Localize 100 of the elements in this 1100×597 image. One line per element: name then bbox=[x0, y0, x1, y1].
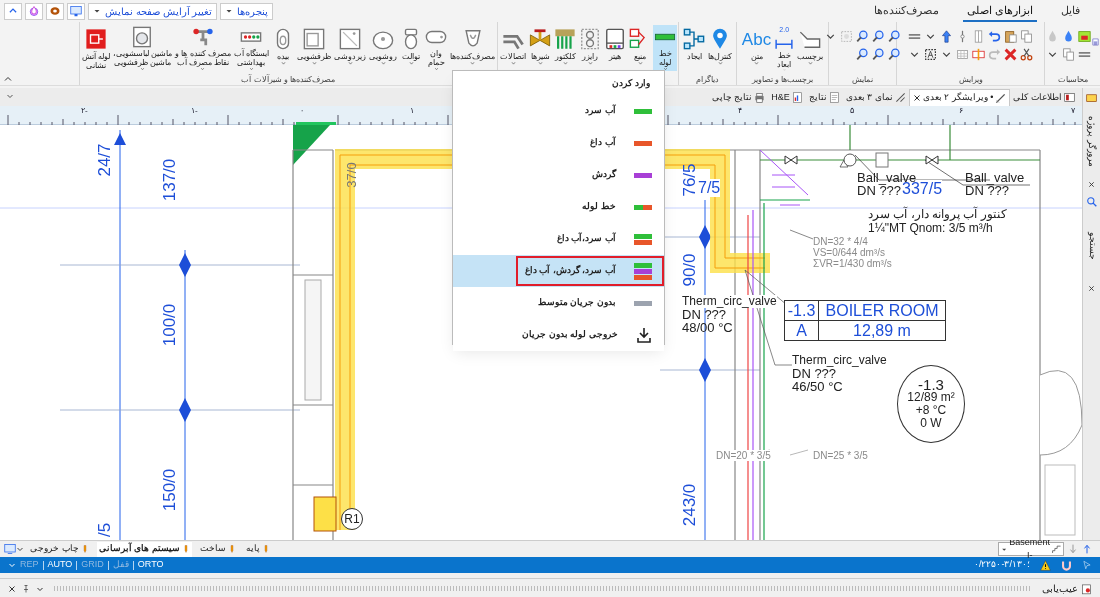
undo-icon[interactable] bbox=[988, 30, 1001, 43]
zoom-icon[interactable] bbox=[888, 30, 901, 43]
menu-item[interactable]: خط لوله bbox=[453, 191, 664, 223]
arrow-up-icon[interactable] bbox=[1082, 543, 1092, 555]
status-toggle[interactable]: ORTO bbox=[136, 558, 165, 572]
dimension-label: 7/5 bbox=[698, 179, 721, 197]
copy-icon[interactable] bbox=[1062, 48, 1075, 61]
layer-tab[interactable]: ساخت bbox=[197, 541, 238, 557]
layer-tab[interactable]: پایه bbox=[243, 541, 272, 557]
scissors-icon[interactable] bbox=[1020, 48, 1033, 61]
ribbon-button[interactable]: اتصالات bbox=[499, 25, 527, 71]
paste-icon[interactable] bbox=[1004, 30, 1017, 43]
ribbon-button[interactable]: منبع bbox=[628, 25, 652, 71]
up-arrow-icon[interactable] bbox=[940, 30, 953, 43]
dimension-label: 24/7 bbox=[94, 143, 116, 177]
dimension-label: 150/0 bbox=[159, 468, 181, 512]
coordinates-readout: ۰/۲۲۵۰-؛۳/۱۳۰ bbox=[974, 558, 1030, 572]
ribbon-button[interactable]: مصرف کننده ها و نقاط مصرف آب bbox=[174, 25, 232, 71]
ribbon-button[interactable]: بیده bbox=[271, 25, 295, 71]
windows-dropdown[interactable]: پنجره‌ها bbox=[220, 2, 274, 20]
clipboard-icon bbox=[1081, 582, 1092, 595]
pipe-label: DN=20 * 3/5 bbox=[716, 450, 771, 461]
document-tab[interactable]: نتایج bbox=[805, 89, 843, 106]
zoom-icon[interactable] bbox=[872, 30, 885, 43]
ribbon-button[interactable]: لوله آتش نشانی bbox=[80, 25, 111, 71]
copy-icon[interactable] bbox=[1020, 30, 1033, 43]
cursor-icon[interactable] bbox=[1082, 560, 1092, 570]
zoom-icon[interactable] bbox=[872, 48, 885, 61]
frame-icon[interactable] bbox=[924, 48, 937, 61]
menu-item[interactable]: آب داغ bbox=[453, 127, 664, 159]
ribbon-button[interactable]: رایزر bbox=[578, 25, 602, 71]
zoom-icon[interactable] bbox=[888, 48, 901, 61]
pipe-swatch bbox=[634, 233, 652, 245]
document-tab[interactable]: نتایج چاپی bbox=[708, 89, 769, 106]
ribbon-button[interactable]: ایجاد bbox=[682, 25, 706, 71]
dimension-label: 137/0 bbox=[159, 158, 181, 202]
valve-label: Therm_circ_valve bbox=[682, 295, 777, 308]
menu-item[interactable]: آب سرد،آب داغ bbox=[453, 223, 664, 255]
magnet-icon[interactable] bbox=[1061, 559, 1072, 571]
layers-menu-button[interactable] bbox=[4, 543, 24, 555]
chevron-down-icon[interactable] bbox=[8, 561, 16, 569]
layer-tab[interactable]: چاپ خروجی bbox=[28, 541, 91, 557]
menu-item[interactable]: آب سرد، گردش، آب داغ bbox=[453, 255, 664, 287]
ribbon-button[interactable]: خط لوله bbox=[653, 25, 677, 71]
pipe-label: ΣVR=1/430 dm³/s bbox=[813, 258, 892, 269]
collapse-ribbon-button[interactable] bbox=[3, 74, 13, 84]
table-cell: -1.3 bbox=[785, 301, 819, 321]
ribbon-button[interactable]: ماشین لباسشویی، ماشین ظرفشویی bbox=[111, 25, 174, 71]
table-cell: BOILER ROOM bbox=[819, 301, 945, 321]
edit-lines-icon[interactable] bbox=[972, 48, 985, 61]
document-tab[interactable]: H&E bbox=[768, 89, 806, 106]
ribbon-button[interactable]: ایستگاه آب بهداشتی bbox=[232, 25, 270, 71]
close-icon[interactable] bbox=[912, 94, 921, 102]
close-icon[interactable] bbox=[8, 584, 16, 593]
ribbon-button[interactable]: کلکتور bbox=[553, 25, 577, 71]
board-icon[interactable] bbox=[1078, 30, 1091, 43]
ribbon-button[interactable]: کنترل‌ها bbox=[707, 25, 733, 71]
column-icon[interactable] bbox=[972, 30, 985, 43]
zoom-icon[interactable] bbox=[856, 48, 869, 61]
ribbon-tab[interactable]: مصرف‌کننده‌ها bbox=[869, 0, 943, 22]
pin-icon[interactable] bbox=[22, 583, 30, 594]
ribbon-button[interactable]: ظرفشویی bbox=[296, 25, 332, 71]
ribbon-button[interactable]: مصرف‌کننده‌ها bbox=[449, 25, 496, 71]
side-panel-tab[interactable]: مرورگر پروژه bbox=[1084, 116, 1099, 168]
screen-button[interactable] bbox=[67, 2, 85, 20]
warning-icon[interactable] bbox=[1040, 559, 1051, 571]
document-tab[interactable]: • ویرایشگر ۲ بعدی bbox=[908, 89, 1011, 106]
zoom-icon[interactable] bbox=[856, 30, 869, 43]
folder-icon[interactable] bbox=[1086, 92, 1097, 103]
close-icon[interactable] bbox=[1088, 181, 1095, 188]
status-toggle[interactable]: AUTO bbox=[46, 558, 74, 572]
side-panel-tab[interactable]: جستجو bbox=[1084, 232, 1099, 260]
tabs-menu-button[interactable] bbox=[6, 92, 14, 100]
monitor-icon bbox=[4, 543, 16, 555]
close-icon[interactable] bbox=[1088, 285, 1095, 292]
menu-item[interactable]: آب سرد bbox=[453, 95, 664, 127]
layer-tab[interactable]: سیستم های آبرسانی bbox=[96, 541, 192, 557]
ribbon-button[interactable]: توالت bbox=[399, 25, 423, 71]
collapse-button[interactable] bbox=[4, 2, 22, 20]
layout-dropdown[interactable]: تغییر آرایش صفحه نمایش bbox=[88, 2, 218, 20]
ribbon-button[interactable]: هیتر bbox=[603, 25, 627, 71]
ribbon-tab[interactable]: فایل bbox=[1057, 0, 1084, 22]
drop-settings-button[interactable] bbox=[25, 2, 43, 20]
info-icon bbox=[1064, 92, 1075, 103]
ribbon-button[interactable]: روشویی bbox=[368, 25, 398, 71]
document-tab[interactable]: اطلاعات کلی bbox=[1010, 89, 1078, 106]
menu-item[interactable]: بدون جریان متوسط bbox=[453, 287, 664, 319]
drop-icon[interactable] bbox=[1062, 30, 1075, 43]
ribbon-button[interactable]: شیرها bbox=[528, 25, 552, 71]
search-icon[interactable] bbox=[1086, 196, 1097, 207]
ribbon-button[interactable]: برچسب bbox=[796, 25, 825, 71]
ribbon-button[interactable]: زیردوشی bbox=[333, 25, 367, 71]
dimension-label: 100/0 bbox=[159, 303, 181, 347]
document-tab[interactable]: نمای ۳ بعدی bbox=[842, 89, 909, 106]
pipe-roll-button[interactable] bbox=[46, 2, 64, 20]
valve-size: DN ??? bbox=[857, 184, 902, 197]
text-glyph: Abc bbox=[741, 30, 772, 48]
menu-item[interactable]: گردش bbox=[453, 159, 664, 191]
delete-icon[interactable] bbox=[1004, 48, 1017, 61]
ribbon-button[interactable]: وان حمام bbox=[424, 25, 448, 71]
